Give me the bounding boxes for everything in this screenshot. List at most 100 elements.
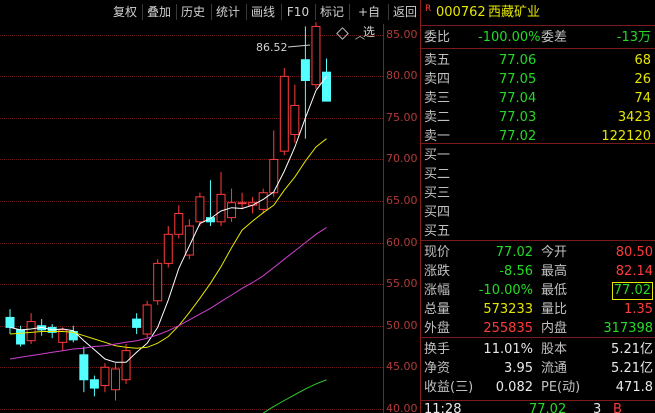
ask-row[interactable]: 卖三 77.04 74 bbox=[421, 90, 655, 108]
stock-code[interactable]: 000762 bbox=[436, 4, 486, 22]
candle-body bbox=[216, 193, 226, 223]
candle-body bbox=[153, 262, 163, 302]
ask-row[interactable]: 卖二 77.03 3423 bbox=[421, 109, 655, 127]
info-label: 股本 bbox=[541, 342, 568, 357]
candle-body bbox=[174, 213, 184, 235]
ask-label: 卖四 bbox=[424, 72, 451, 87]
y-tick-label: 75.00 bbox=[386, 111, 418, 124]
ask-volume: 3423 bbox=[617, 110, 651, 125]
candle-body bbox=[237, 202, 247, 205]
mark-button[interactable]: 标记 bbox=[318, 2, 346, 22]
tick-volume: 3 bbox=[593, 402, 602, 413]
stat-label: 涨幅 bbox=[424, 283, 451, 298]
restore-rights-button[interactable]: 复权 bbox=[111, 2, 139, 22]
candlestick bbox=[290, 84, 300, 143]
bid-row[interactable]: 买二 bbox=[421, 166, 655, 184]
candlestick bbox=[163, 225, 173, 268]
stat-row: 涨幅 -10.00% 最低 77.02 bbox=[421, 282, 655, 300]
y-tick-label: 45.00 bbox=[386, 360, 418, 373]
candle-body bbox=[26, 321, 36, 342]
y-tick-label: 85.00 bbox=[386, 28, 418, 41]
bid-row[interactable]: 买五 bbox=[421, 223, 655, 241]
stat-label: 今开 bbox=[541, 245, 568, 260]
toolbar-separator bbox=[281, 4, 282, 20]
bid-row[interactable]: 买四 bbox=[421, 204, 655, 222]
bid-label: 买四 bbox=[424, 205, 451, 220]
y-tick-label: 60.00 bbox=[386, 236, 418, 249]
stat-label: 外盘 bbox=[424, 321, 451, 336]
bid-row[interactable]: 买一 bbox=[421, 147, 655, 165]
candle-body bbox=[100, 366, 110, 387]
bid-row[interactable]: 买三 bbox=[421, 185, 655, 203]
info-label: 流通 bbox=[541, 361, 568, 376]
info-row: 净资 3.95 流通 5.21亿 bbox=[421, 360, 655, 378]
y-tick-label: 70.00 bbox=[386, 152, 418, 165]
history-button[interactable]: 历史 bbox=[179, 2, 207, 22]
candle-body bbox=[142, 304, 152, 335]
stat-value: -8.56 bbox=[499, 264, 533, 279]
candlestick bbox=[216, 171, 226, 226]
candle-body bbox=[132, 318, 142, 328]
stat-row: 现价 77.02 今开 80.50 bbox=[421, 244, 655, 262]
weibi-row: 委比 -100.00% 委差 -13万 bbox=[421, 29, 655, 47]
candle-body bbox=[16, 329, 26, 345]
y-tick-label: 80.00 bbox=[386, 69, 418, 82]
candlestick bbox=[121, 344, 131, 384]
divider bbox=[421, 337, 655, 338]
bid-label: 买三 bbox=[424, 186, 451, 201]
stat-label: 现价 bbox=[424, 245, 451, 260]
ask-price: 77.03 bbox=[499, 110, 537, 125]
candle-body bbox=[300, 59, 310, 81]
candlestick bbox=[279, 68, 289, 156]
candle-body bbox=[121, 350, 131, 381]
ask-volume: 26 bbox=[634, 72, 651, 87]
stat-value: -10.00% bbox=[478, 283, 533, 298]
candlestick bbox=[89, 375, 99, 397]
weibi-label: 委比 bbox=[424, 30, 451, 45]
info-value: 5.21亿 bbox=[611, 342, 653, 357]
ma5-line bbox=[9, 76, 327, 363]
stock-name[interactable]: 西藏矿业 bbox=[488, 4, 540, 22]
toolbar-separator bbox=[176, 4, 177, 20]
stat-row: 外盘 255835 内盘 317398 bbox=[421, 320, 655, 338]
high-annotation-arrow bbox=[287, 44, 311, 48]
candlestick bbox=[111, 363, 120, 401]
statistics-button[interactable]: 统计 bbox=[214, 2, 242, 22]
divider bbox=[421, 48, 655, 49]
candle-body bbox=[79, 354, 89, 381]
draw-line-button[interactable]: 画线 bbox=[249, 2, 277, 22]
ask-volume: 68 bbox=[634, 53, 651, 68]
back-button[interactable]: 返回 bbox=[391, 2, 419, 22]
toolbar-separator bbox=[211, 4, 212, 20]
overlay-button[interactable]: 叠加 bbox=[145, 2, 173, 22]
y-tick-label: 50.00 bbox=[386, 319, 418, 332]
ask-label: 卖三 bbox=[424, 91, 451, 106]
info-value: 5.21亿 bbox=[611, 361, 653, 376]
ask-row[interactable]: 卖五 77.06 68 bbox=[421, 52, 655, 70]
candle-body bbox=[195, 196, 205, 223]
ask-label: 卖二 bbox=[424, 110, 451, 125]
info-label: 净资 bbox=[424, 361, 451, 376]
add-watchlist-button[interactable]: +自选 bbox=[352, 2, 386, 39]
ask-price: 77.04 bbox=[499, 91, 537, 106]
candlestick bbox=[227, 188, 237, 222]
stock-header: R 000762 西藏矿业 bbox=[421, 4, 655, 22]
divider bbox=[421, 143, 655, 144]
info-row: 换手 11.01% 股本 5.21亿 bbox=[421, 341, 655, 359]
candlestick bbox=[5, 309, 15, 335]
ask-volume: 74 bbox=[634, 91, 651, 106]
candlestick bbox=[142, 300, 152, 339]
y-tick-label: 65.00 bbox=[386, 194, 418, 207]
tick-row: 11:28 77.02 3 B bbox=[421, 401, 655, 413]
candlestick bbox=[79, 346, 89, 393]
ask-row[interactable]: 卖四 77.05 26 bbox=[421, 71, 655, 89]
candlestick bbox=[132, 313, 142, 335]
kline-chart[interactable]: 85.00 80.00 75.00 70.00 65.00 60.00 55.00 50.00… bbox=[0, 0, 421, 413]
toolbar-separator bbox=[315, 4, 316, 20]
candlestick bbox=[58, 327, 68, 351]
candle-body bbox=[227, 202, 237, 219]
f10-button[interactable]: F10 bbox=[284, 2, 312, 22]
kline-svg bbox=[5, 22, 331, 413]
candlestick bbox=[205, 180, 215, 226]
info-value: 0.082 bbox=[495, 380, 533, 395]
